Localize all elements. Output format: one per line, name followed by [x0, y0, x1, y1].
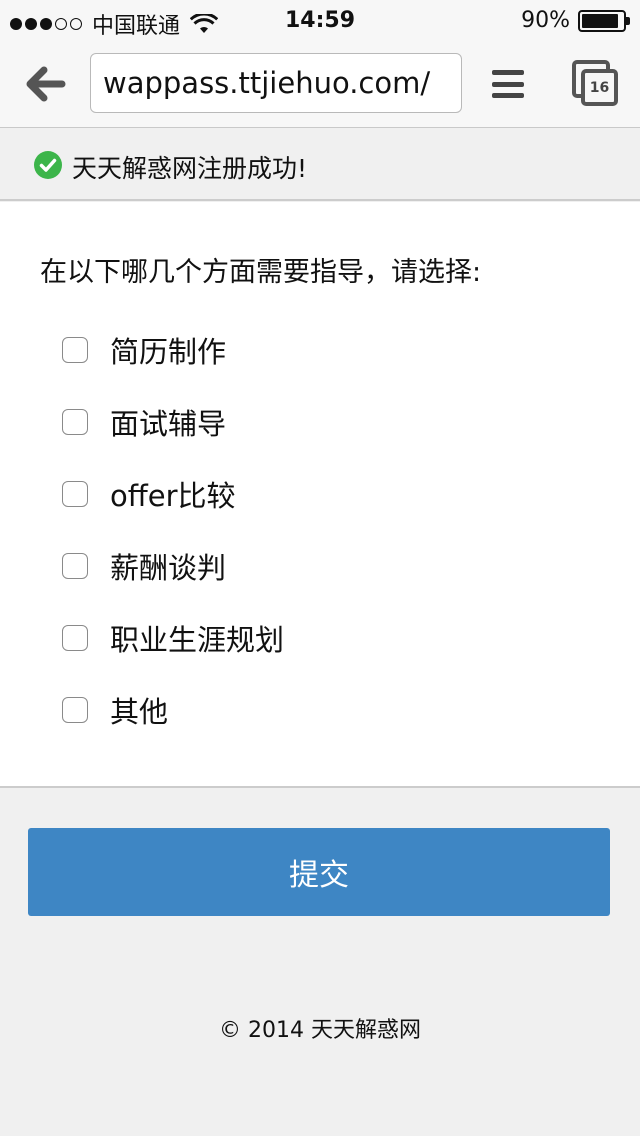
back-arrow-icon[interactable]: [22, 64, 66, 104]
option-label: 职业生涯规划: [110, 623, 285, 657]
checkbox[interactable]: [62, 697, 88, 723]
check-circle-icon: [34, 151, 62, 179]
submit-button[interactable]: 提交: [28, 828, 610, 916]
question-label: 在以下哪几个方面需要指导，请选择:: [40, 257, 482, 288]
status-bar: 中国联通 14:59 90%: [0, 0, 640, 40]
browser-toolbar: wappass.ttjiehuo.com/ 16: [0, 40, 640, 128]
notice-text: 天天解惑网注册成功!: [72, 154, 308, 183]
checkbox[interactable]: [62, 409, 88, 435]
checkbox[interactable]: [62, 625, 88, 651]
tabs-button[interactable]: 16: [572, 60, 618, 106]
url-text: wappass.ttjiehuo.com/: [103, 66, 431, 100]
option-label: 简历制作: [110, 335, 227, 369]
checkbox[interactable]: [62, 337, 88, 363]
footer-copyright: © 2014 天天解惑网: [219, 1018, 421, 1043]
checkbox[interactable]: [62, 553, 88, 579]
option-salary[interactable]: 薪酬谈判: [62, 538, 226, 594]
status-right: 90%: [521, 8, 630, 33]
tab-count: 16: [581, 69, 618, 106]
option-label: 其他: [110, 695, 169, 729]
battery-fill: [582, 13, 618, 28]
address-bar[interactable]: wappass.ttjiehuo.com/: [90, 53, 462, 113]
option-career[interactable]: 职业生涯规划: [62, 610, 284, 666]
menu-icon[interactable]: [492, 70, 524, 98]
option-label: offer比较: [110, 479, 236, 513]
battery-icon: [578, 9, 630, 32]
option-offer[interactable]: offer比较: [62, 466, 236, 522]
option-resume[interactable]: 简历制作: [62, 322, 226, 378]
battery-percent: 90%: [521, 8, 570, 33]
option-other[interactable]: 其他: [62, 682, 168, 738]
option-label: 薪酬谈判: [110, 551, 227, 585]
checkbox[interactable]: [62, 481, 88, 507]
option-interview[interactable]: 面试辅导: [62, 394, 226, 450]
option-label: 面试辅导: [110, 407, 227, 441]
success-notice: 天天解惑网注册成功!: [0, 129, 640, 201]
guidance-form: 在以下哪几个方面需要指导，请选择: 简历制作 面试辅导 offer比较 薪酬谈判…: [0, 202, 640, 788]
